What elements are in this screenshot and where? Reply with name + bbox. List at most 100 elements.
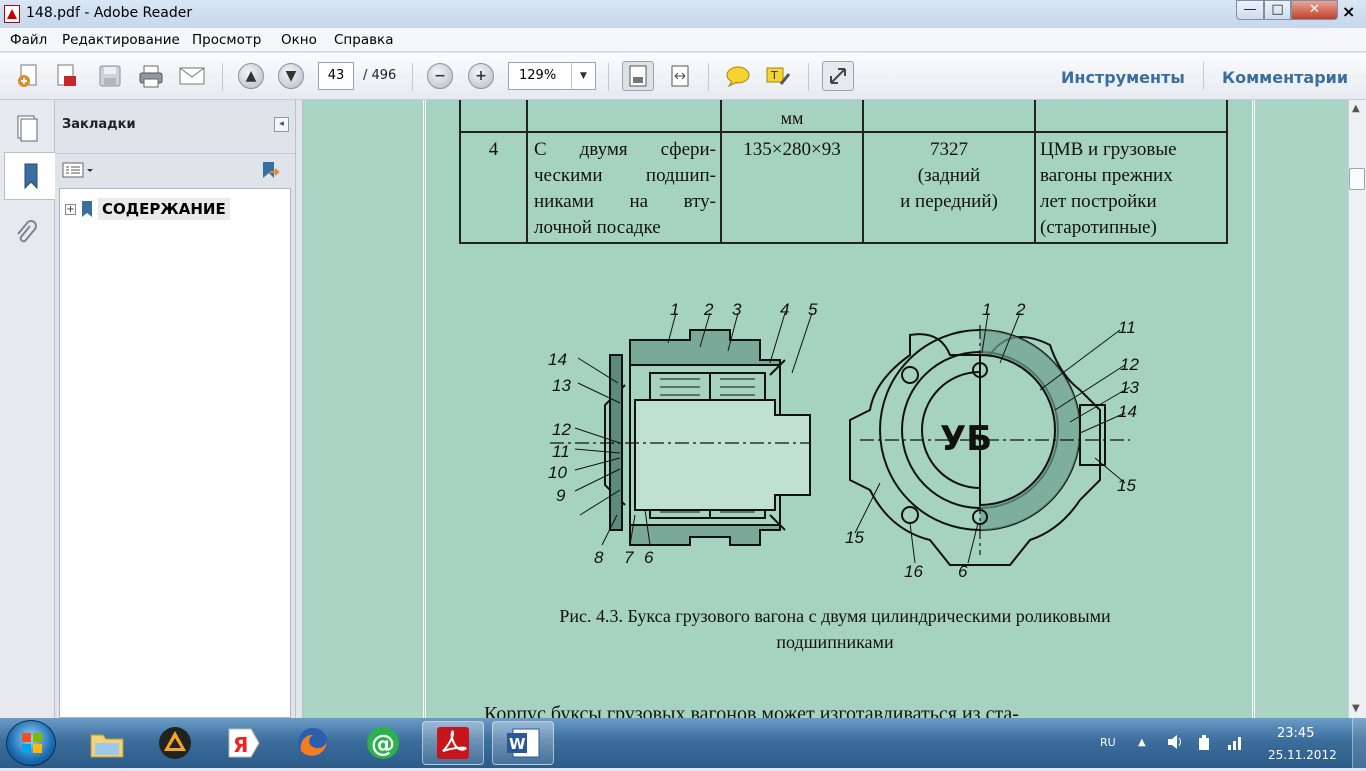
options-icon [62, 162, 93, 178]
create-pdf-icon[interactable] [12, 61, 44, 91]
svg-text:T: T [770, 69, 778, 82]
bookmarks-tab[interactable] [4, 152, 56, 200]
export-pdf-icon[interactable] [50, 61, 82, 91]
figure-label: 12 [552, 420, 571, 439]
scroll-up-icon[interactable]: ▲ [1352, 103, 1360, 114]
page-number-input[interactable]: 43 [318, 62, 354, 90]
bookmark-icon [82, 201, 92, 217]
page-thumbnails-icon[interactable] [4, 104, 48, 152]
bookmark-label: СОДЕРЖАНИЕ [98, 198, 230, 220]
taskbar-yandex[interactable]: Я [212, 721, 274, 765]
comments-pane-button[interactable]: Комментарии [1222, 68, 1348, 87]
menu-help[interactable]: Справка [334, 32, 393, 48]
clock-time[interactable]: 23:45 [1277, 726, 1314, 741]
scroll-down-icon[interactable]: ▼ [1352, 703, 1360, 714]
collapse-panel-button[interactable]: ◂ [274, 117, 289, 132]
pdf-app-icon [4, 5, 20, 23]
scrollbar-thumb[interactable] [1349, 168, 1365, 190]
close-button[interactable]: ✕ [1291, 0, 1338, 20]
menu-window[interactable]: Окно [281, 32, 317, 48]
figure-label: 1 [982, 300, 991, 319]
menu-view[interactable]: Просмотр [192, 32, 261, 48]
tools-pane-button[interactable]: Инструменты [1061, 68, 1185, 87]
aimp-icon [159, 727, 191, 759]
arrow-up-icon: ▲ [238, 63, 264, 89]
bookmark-item[interactable]: + СОДЕРЖАНИЕ [65, 198, 230, 220]
figure-label: 1 [670, 300, 679, 319]
close-document-button[interactable]: × [1342, 2, 1355, 21]
power-icon[interactable] [1196, 733, 1214, 755]
expand-icon[interactable]: + [65, 203, 76, 215]
figure-label: 8 [594, 548, 604, 567]
fit-page-icon[interactable] [622, 61, 654, 91]
word-icon: W [507, 728, 540, 758]
menu-edit[interactable]: Редактирование [62, 32, 180, 48]
panel-splitter[interactable] [295, 100, 303, 718]
table-header-row: мм [459, 100, 1228, 133]
expand-bookmark-icon[interactable] [258, 160, 282, 186]
language-indicator[interactable]: RU [1100, 736, 1116, 749]
figure-label: 11 [552, 442, 570, 461]
zoom-in-button[interactable]: + [468, 63, 494, 89]
show-hidden-icons-icon[interactable]: ▲ [1138, 737, 1146, 748]
taskbar-aimp[interactable] [144, 721, 206, 765]
fullscreen-icon[interactable] [822, 61, 854, 91]
figure-label: 15 [1117, 476, 1136, 495]
bookmark-options-button[interactable] [62, 160, 96, 184]
yandex-icon: Я [228, 728, 260, 758]
figure-label: 10 [548, 463, 567, 482]
taskbar-firefox[interactable] [282, 721, 344, 765]
taskbar-word[interactable]: W [492, 721, 554, 765]
figure-label: 14 [548, 350, 567, 369]
folder-icon [90, 734, 124, 758]
figure-label: 12 [1120, 355, 1139, 374]
minimize-button[interactable]: — [1236, 0, 1264, 20]
zoom-select[interactable]: 129% ▼ [508, 62, 596, 90]
spec-table: мм 4 С двумя сфери- ческими подшип- ника… [459, 100, 1228, 244]
maximize-button[interactable]: □ [1264, 0, 1291, 20]
figure-label: 9 [556, 486, 566, 505]
prev-page-button[interactable]: ▲ [238, 63, 264, 89]
start-button[interactable] [6, 720, 56, 766]
chevron-down-icon[interactable]: ▼ [571, 63, 595, 89]
toolbar-separator [708, 63, 709, 91]
toolbar-separator [808, 63, 809, 91]
adobe-reader-icon [437, 727, 469, 759]
show-desktop-button[interactable] [1352, 718, 1366, 768]
next-page-button[interactable]: ▼ [278, 63, 304, 89]
figure-label: 13 [552, 376, 571, 395]
vertical-scrollbar[interactable] [1348, 100, 1366, 718]
zoom-out-button[interactable]: − [427, 63, 453, 89]
row-description: С двумя сфери- ческими подшип- никами на… [526, 131, 722, 244]
attachments-icon[interactable] [4, 210, 48, 258]
firefox-icon [298, 728, 328, 758]
taskbar-explorer[interactable] [76, 721, 138, 765]
save-icon[interactable] [94, 61, 126, 91]
clock-date[interactable]: 25.11.2012 [1268, 748, 1337, 762]
figure-label: 2 [703, 300, 714, 319]
figure-caption: Рис. 4.3. Букса грузового вагона с двумя… [559, 606, 1111, 652]
print-icon[interactable] [135, 61, 167, 91]
taskbar-icq[interactable]: @ [352, 721, 414, 765]
row-code: 7327 (задний и передний) [862, 131, 1036, 244]
email-icon[interactable] [176, 61, 208, 91]
figure-label: 6 [644, 548, 654, 567]
header-cell-mm: мм [720, 100, 864, 133]
network-signal-icon[interactable] [1226, 733, 1244, 755]
svg-text:Я: Я [233, 733, 248, 757]
svg-text:W: W [509, 735, 526, 753]
row-usage: ЦМВ и грузовые вагоны прежних лет постро… [1034, 131, 1228, 244]
fit-width-icon[interactable] [664, 61, 696, 91]
sticky-note-icon[interactable] [722, 61, 754, 91]
highlight-text-icon[interactable]: T [762, 61, 794, 91]
volume-icon[interactable] [1166, 733, 1184, 755]
bookmark-icon [24, 163, 37, 190]
toolbar-separator [608, 63, 609, 91]
plus-icon: + [468, 63, 494, 89]
menu-file[interactable]: Файл [10, 32, 47, 48]
figure-label: 16 [904, 562, 923, 581]
taskbar-adobe-reader[interactable] [422, 721, 484, 765]
toolbar-separator [1203, 62, 1204, 90]
row-size: 135×280×93 [720, 131, 864, 244]
page-total: / 496 [363, 68, 397, 83]
